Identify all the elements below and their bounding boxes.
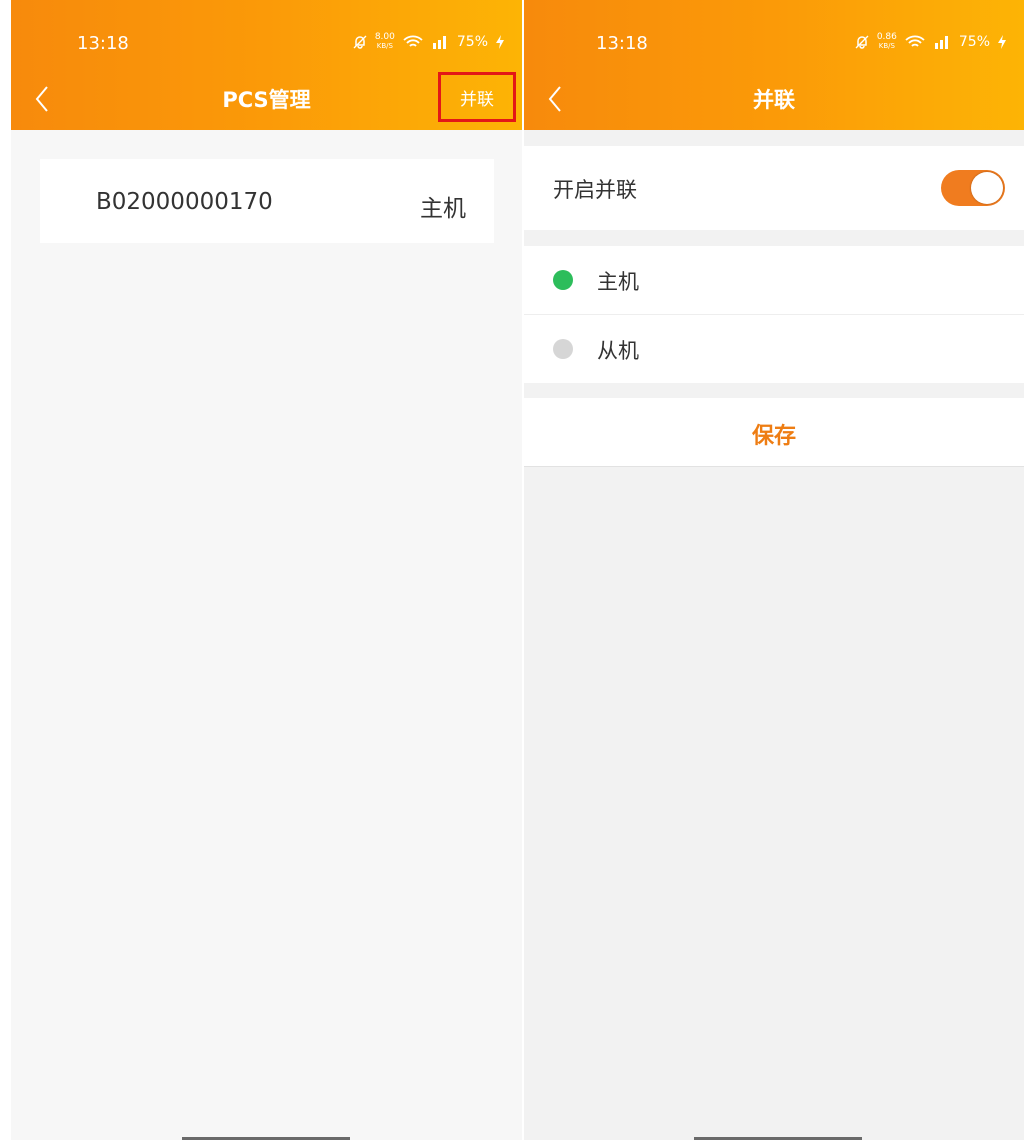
status-icons: 0.86 KB/S 75% — [855, 33, 1006, 51]
wifi-icon — [905, 35, 925, 47]
bell-muted-icon — [855, 35, 869, 49]
signal-icon — [432, 36, 446, 49]
signal-icon — [934, 36, 948, 49]
radio-unselected-icon — [553, 339, 573, 359]
pcs-management-screen: 13:18 8.00 KB/S 75% PCS管理 并联 B0200000017… — [11, 0, 522, 1140]
parallel-button[interactable]: 并联 — [438, 72, 516, 122]
enable-parallel-label: 开启并联 — [553, 178, 637, 202]
bell-muted-icon — [353, 35, 367, 49]
net-speed: 0.86 KB/S — [877, 33, 897, 51]
radio-option-label: 主机 — [597, 270, 639, 294]
device-list-item[interactable]: B02000000170 主机 — [40, 159, 494, 243]
save-button-label: 保存 — [751, 424, 796, 449]
charging-icon — [998, 35, 1006, 49]
enable-parallel-toggle[interactable] — [941, 170, 1005, 206]
status-time: 13:18 — [596, 33, 648, 54]
header-bar: 13:18 8.00 KB/S 75% PCS管理 并联 — [11, 0, 522, 130]
save-button[interactable]: 保存 — [524, 398, 1024, 467]
radio-option-label: 从机 — [597, 339, 639, 363]
net-speed-unit: KB/S — [376, 42, 393, 50]
net-speed-unit: KB/S — [878, 42, 895, 50]
wifi-icon — [403, 35, 423, 47]
battery-percent: 75% — [456, 34, 488, 50]
toggle-knob — [971, 172, 1003, 204]
charging-icon — [496, 35, 504, 49]
net-speed-value: 0.86 — [876, 32, 897, 42]
header-bar: 13:18 0.86 KB/S 75% 并联 — [524, 0, 1024, 130]
device-role: 主机 — [420, 196, 466, 222]
radio-selected-icon — [553, 270, 573, 290]
device-serial: B02000000170 — [96, 189, 273, 215]
page-title: 并联 — [753, 88, 795, 112]
role-radio-group: 主机 从机 — [524, 246, 1024, 383]
radio-option-slave[interactable]: 从机 — [524, 315, 1024, 383]
radio-option-master[interactable]: 主机 — [524, 246, 1024, 315]
net-speed-value: 8.00 — [374, 32, 395, 42]
battery-percent: 75% — [958, 34, 990, 50]
parallel-settings-screen: 13:18 0.86 KB/S 75% 并联 开启并联 主机 从机 保存 — [524, 0, 1024, 1140]
net-speed: 8.00 KB/S — [375, 33, 395, 51]
status-time: 13:18 — [77, 33, 129, 54]
status-icons: 8.00 KB/S 75% — [353, 33, 504, 51]
parallel-button-label: 并联 — [460, 89, 494, 110]
